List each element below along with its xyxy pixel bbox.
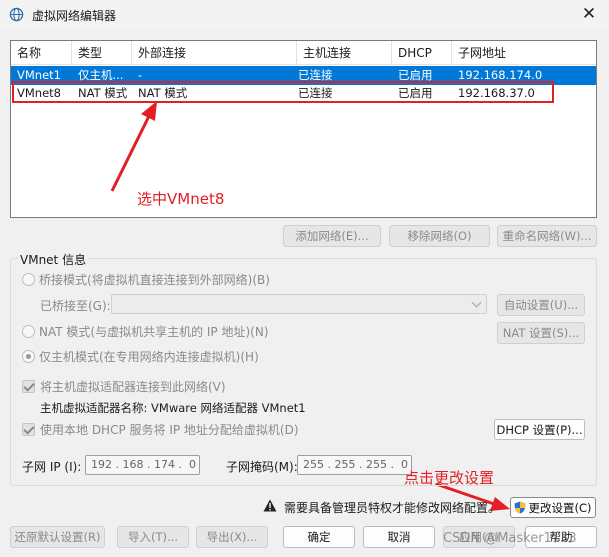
connect-adapter-checkbox[interactable]: 将主机虚拟适配器连接到此网络(V) [22,378,226,396]
column-header-type[interactable]: 类型 [72,41,132,65]
chevron-down-icon [471,297,482,308]
subnet-ip-label: 子网 IP (I): [22,460,82,474]
cell-type: NAT 模式 [78,86,128,100]
dhcp-settings-button[interactable]: DHCP 设置(P)... [494,419,585,440]
nat-mode-label: NAT 模式(与虚拟机共享主机的 IP 地址)(N) [39,325,269,339]
ok-button[interactable]: 确定 [283,526,355,548]
nat-mode-radio[interactable]: NAT 模式(与虚拟机共享主机的 IP 地址)(N) [22,323,269,341]
cancel-button[interactable]: 取消 [363,526,435,548]
subnet-mask-label: 子网掩码(M): [226,460,298,474]
host-only-radio[interactable]: 仅主机模式(在专用网络内连接虚拟机)(H) [22,348,259,366]
column-header-external[interactable]: 外部连接 [132,41,297,65]
auto-settings-button[interactable]: 自动设置(U)... [497,294,585,316]
cell-external: NAT 模式 [138,86,188,100]
column-header-dhcp[interactable]: DHCP [392,41,452,65]
adapter-name-text: 主机虚拟适配器名称: VMware 网络适配器 VMnet1 [40,401,306,415]
cell-dhcp: 已启用 [398,86,433,100]
bridged-mode-label: 桥接模式(将虚拟机直接连接到外部网络)(B) [39,273,270,287]
radio-icon [22,273,35,286]
cell-dhcp: 已启用 [398,68,433,82]
cell-name: VMnet1 [17,68,61,82]
change-settings-button[interactable]: 更改设置(C) [510,497,596,518]
checkbox-checked-icon [22,380,35,393]
subnet-mask-field[interactable]: 255 . 255 . 255 . 0 [297,455,412,475]
radio-selected-icon [22,350,35,363]
bridged-to-label: 已桥接至(G): [40,299,111,313]
table-row-vmnet1[interactable]: VMnet1 仅主机... - 已连接 已启用 192.168.174.0 [11,66,596,85]
cell-external: - [138,68,143,82]
host-only-label: 仅主机模式(在专用网络内连接虚拟机)(H) [39,350,259,364]
admin-notice-text: 需要具备管理员特权才能修改网络配置。 [284,501,501,515]
watermark-text: CSDN @Masker1133 [443,531,577,546]
cell-type: 仅主机... [78,68,124,82]
change-settings-label: 更改设置(C) [528,501,592,515]
window-title: 虚拟网络编辑器 [32,9,117,23]
cell-name: VMnet8 [17,86,61,100]
cell-subnet: 192.168.37.0 [458,86,535,100]
column-header-name[interactable]: 名称 [11,41,72,65]
bridged-to-select[interactable] [111,294,487,314]
checkbox-checked-icon [22,423,35,436]
use-dhcp-label: 使用本地 DHCP 服务将 IP 地址分配给虚拟机(D) [40,423,299,437]
vmnet-info-title: VMnet 信息 [18,251,89,268]
column-header-host[interactable]: 主机连接 [297,41,392,65]
restore-defaults-button[interactable]: 还原默认设置(R) [10,526,105,548]
close-button[interactable]: ✕ [575,2,603,26]
use-dhcp-checkbox[interactable]: 使用本地 DHCP 服务将 IP 地址分配给虚拟机(D) [22,421,299,439]
annotation-click-change-settings: 点击更改设置 [404,469,495,487]
connect-adapter-label: 将主机虚拟适配器连接到此网络(V) [40,380,226,394]
rename-network-button[interactable]: 重命名网络(W)... [497,225,597,247]
column-header-subnet[interactable]: 子网地址 [452,41,596,65]
annotation-select-vmnet8: 选中VMnet8 [137,190,225,208]
network-globe-icon [9,7,24,22]
bridged-mode-radio[interactable]: 桥接模式(将虚拟机直接连接到外部网络)(B) [22,271,270,289]
title-bar: 虚拟网络编辑器 ✕ [0,0,609,30]
cell-host: 已连接 [298,86,333,100]
cell-host: 已连接 [298,68,333,82]
table-header: 名称 类型 外部连接 主机连接 DHCP 子网地址 [11,41,596,65]
vmnet-info-group [10,258,597,486]
warning-icon [263,499,277,512]
radio-icon [22,325,35,338]
cell-subnet: 192.168.174.0 [458,68,543,82]
network-table[interactable]: 名称 类型 外部连接 主机连接 DHCP 子网地址 VMnet1 仅主机... … [10,40,597,218]
import-button[interactable]: 导入(T)... [117,526,189,548]
subnet-ip-field[interactable]: 192 . 168 . 174 . 0 [85,455,200,475]
remove-network-button[interactable]: 移除网络(O) [389,225,490,247]
nat-settings-button[interactable]: NAT 设置(S)... [497,322,585,344]
export-button[interactable]: 导出(X)... [196,526,268,548]
table-row-vmnet8[interactable]: VMnet8 NAT 模式 NAT 模式 已连接 已启用 192.168.37.… [11,84,596,103]
close-icon: ✕ [581,4,597,24]
add-network-button[interactable]: 添加网络(E)... [283,225,381,247]
uac-shield-icon [514,501,526,514]
